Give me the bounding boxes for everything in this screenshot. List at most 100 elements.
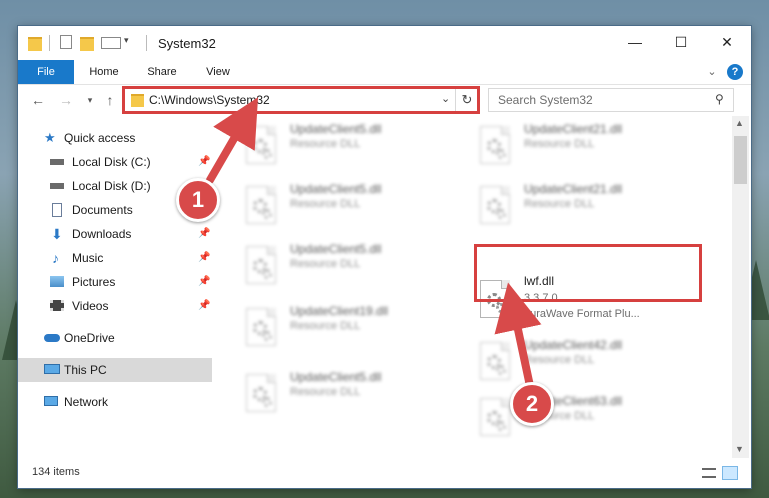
file-name: UpdateClient5.dll bbox=[290, 242, 382, 256]
nav-onedrive[interactable]: OneDrive bbox=[18, 326, 212, 350]
window-title: System32 bbox=[158, 36, 216, 51]
drive-icon bbox=[50, 183, 64, 189]
file-tile[interactable]: UpdateClient42.dll Resource DLL bbox=[476, 336, 696, 388]
pin-icon: 📌 bbox=[198, 276, 211, 287]
step-2-badge: 2 bbox=[510, 382, 554, 426]
tab-view[interactable]: View bbox=[192, 60, 244, 84]
file-description: LuraWave Format Plu... bbox=[524, 308, 640, 320]
nav-music[interactable]: ♪ Music 📌 bbox=[18, 246, 212, 270]
file-name: UpdateClient21.dll bbox=[524, 122, 623, 136]
address-highlight bbox=[122, 86, 480, 114]
film-icon bbox=[50, 300, 64, 311]
tab-share[interactable]: Share bbox=[136, 60, 188, 84]
dll-file-icon bbox=[246, 126, 276, 164]
search-icon: ⚲ bbox=[715, 92, 724, 106]
file-description: Resource DLL bbox=[524, 198, 595, 210]
file-tile[interactable]: UpdateClient63.dll Resource DLL bbox=[476, 392, 696, 444]
nav-label: OneDrive bbox=[64, 331, 115, 345]
close-button[interactable]: ✕ bbox=[704, 26, 750, 58]
minimize-button[interactable]: — bbox=[612, 26, 658, 58]
dll-file-icon bbox=[246, 186, 276, 224]
file-tile[interactable]: UpdateClient5.dll Resource DLL bbox=[242, 180, 462, 232]
dll-file-icon bbox=[246, 246, 276, 284]
explorer-window: ▾ System32 — ☐ ✕ File Home Share View ⌄ … bbox=[18, 26, 751, 488]
dll-file-icon bbox=[246, 308, 276, 346]
navigation-pane: ★ Quick access Local Disk (C:) 📌 Local D… bbox=[18, 116, 212, 456]
scrollbar-thumb[interactable] bbox=[734, 136, 747, 184]
search-input[interactable]: Search System32 ⚲ bbox=[488, 88, 734, 112]
nav-videos[interactable]: Videos 📌 bbox=[18, 294, 212, 318]
ribbon-tabs: File Home Share View ⌄ ? bbox=[18, 60, 751, 85]
file-description: Resource DLL bbox=[524, 354, 595, 366]
new-folder-icon[interactable] bbox=[80, 37, 94, 51]
file-description: Resource DLL bbox=[290, 138, 361, 150]
nav-label: This PC bbox=[64, 363, 107, 377]
maximize-button[interactable]: ☐ bbox=[658, 26, 704, 58]
download-icon: ⬇ bbox=[51, 226, 63, 242]
details-view-icon[interactable] bbox=[702, 468, 716, 478]
file-name: UpdateClient5.dll bbox=[290, 370, 382, 384]
document-icon bbox=[52, 203, 62, 217]
tab-home[interactable]: Home bbox=[78, 60, 130, 84]
properties-icon[interactable] bbox=[60, 35, 72, 49]
file-tile[interactable]: UpdateClient19.dll Resource DLL bbox=[242, 302, 462, 354]
search-placeholder: Search System32 bbox=[498, 93, 593, 107]
status-bar: 134 items bbox=[18, 458, 751, 488]
nav-downloads[interactable]: ⬇ Downloads 📌 bbox=[18, 222, 212, 246]
file-description: Resource DLL bbox=[524, 138, 595, 150]
separator bbox=[146, 35, 147, 51]
expand-ribbon-icon[interactable]: ⌄ bbox=[702, 60, 722, 84]
nav-network[interactable]: Network bbox=[18, 390, 212, 414]
title-bar: ▾ System32 — ☐ ✕ bbox=[18, 26, 751, 60]
nav-pictures[interactable]: Pictures 📌 bbox=[18, 270, 212, 294]
file-tile[interactable]: UpdateClient21.dll Resource DLL bbox=[476, 120, 696, 172]
nav-this-pc[interactable]: This PC bbox=[18, 358, 212, 382]
nav-local-disk-c[interactable]: Local Disk (C:) 📌 bbox=[18, 150, 212, 174]
file-description: Resource DLL bbox=[290, 258, 361, 270]
file-name: UpdateClient5.dll bbox=[290, 182, 382, 196]
file-description: Resource DLL bbox=[290, 386, 361, 398]
separator bbox=[49, 35, 50, 51]
pin-icon: 📌 bbox=[198, 252, 211, 263]
back-arrow-icon[interactable]: ← bbox=[30, 92, 46, 108]
pin-icon: 📌 bbox=[198, 228, 211, 239]
tiles-view-icon[interactable] bbox=[722, 466, 738, 480]
nav-quick-access[interactable]: ★ Quick access bbox=[18, 126, 212, 150]
help-icon[interactable]: ? bbox=[727, 64, 743, 80]
network-icon bbox=[44, 396, 58, 406]
file-description: Resource DLL bbox=[290, 198, 361, 210]
scroll-up-icon[interactable]: ▲ bbox=[735, 118, 744, 128]
file-tile[interactable]: UpdateClient21.dll Resource DLL bbox=[476, 180, 696, 232]
file-tile[interactable]: UpdateClient5.dll Resource DLL bbox=[242, 368, 462, 420]
tab-file[interactable]: File bbox=[18, 60, 74, 84]
dll-file-icon bbox=[480, 126, 510, 164]
recent-locations-icon[interactable]: ▾ bbox=[82, 92, 98, 108]
pictures-icon bbox=[50, 276, 64, 287]
dll-file-icon bbox=[480, 398, 510, 436]
file-description: Resource DLL bbox=[290, 320, 361, 332]
nav-label: Music bbox=[72, 251, 104, 265]
pin-icon: 📌 bbox=[198, 156, 211, 167]
item-count: 134 items bbox=[32, 466, 80, 478]
file-tile[interactable]: UpdateClient5.dll Resource DLL bbox=[242, 240, 462, 292]
forward-arrow-icon[interactable]: → bbox=[58, 92, 74, 108]
scroll-down-icon[interactable]: ▼ bbox=[735, 444, 744, 454]
step-1-badge: 1 bbox=[176, 178, 220, 222]
chevron-down-icon[interactable]: ▾ bbox=[124, 35, 129, 51]
nav-label: Network bbox=[64, 395, 109, 409]
lwf-dll-highlight bbox=[474, 244, 702, 302]
file-name: UpdateClient21.dll bbox=[524, 182, 623, 196]
vertical-scrollbar[interactable]: ▲ ▼ bbox=[732, 116, 749, 458]
folder-icon bbox=[28, 37, 42, 51]
nav-label: Local Disk (D:) bbox=[72, 179, 151, 193]
file-name: UpdateClient42.dll bbox=[524, 338, 623, 352]
dll-file-icon bbox=[480, 342, 510, 380]
nav-label: Pictures bbox=[72, 275, 116, 289]
star-icon: ★ bbox=[44, 130, 56, 145]
drive-icon bbox=[50, 159, 64, 165]
nav-label: Downloads bbox=[72, 227, 132, 241]
customize-toolbar-icon[interactable] bbox=[101, 37, 121, 49]
file-name: UpdateClient19.dll bbox=[290, 304, 389, 318]
up-arrow-icon[interactable]: ↑ bbox=[102, 92, 118, 108]
file-tile[interactable]: UpdateClient5.dll Resource DLL bbox=[242, 120, 462, 172]
